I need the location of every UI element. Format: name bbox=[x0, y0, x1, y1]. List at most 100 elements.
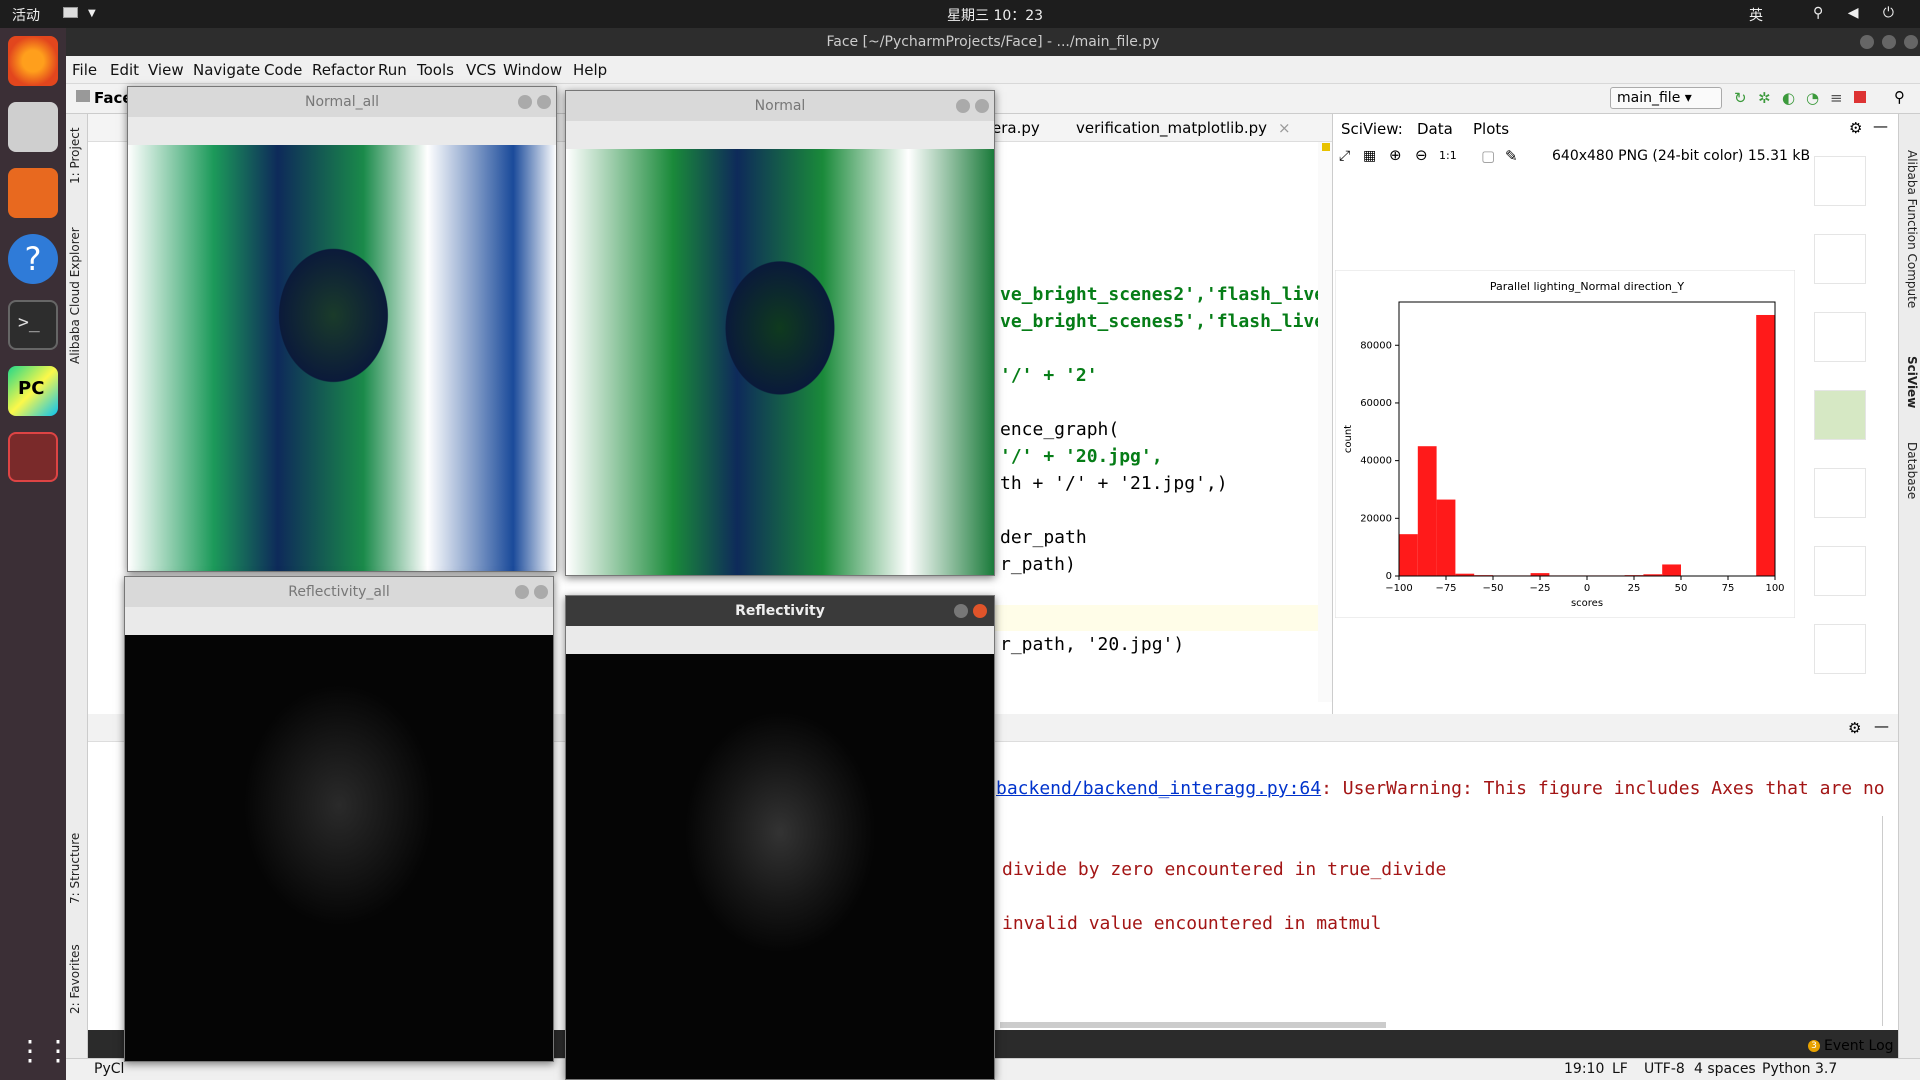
zoom-in-icon[interactable]: ⊕ bbox=[1389, 146, 1402, 164]
cv-window-title[interactable]: Reflectivity_all bbox=[125, 577, 553, 607]
cv-window-title[interactable]: Reflectivity bbox=[566, 596, 994, 626]
normal-all-image bbox=[128, 145, 556, 571]
files-icon[interactable] bbox=[8, 102, 58, 152]
menu-vcs[interactable]: VCS bbox=[466, 61, 496, 79]
menu-view[interactable]: View bbox=[148, 61, 184, 79]
tab-verification[interactable]: verification_matplotlib.py bbox=[1076, 119, 1267, 137]
help-icon[interactable]: ? bbox=[8, 234, 58, 284]
minimize-icon[interactable] bbox=[956, 99, 970, 113]
run-config-select[interactable]: main_file ▾ bbox=[1610, 87, 1722, 109]
cursor-position[interactable]: 19:10 bbox=[1564, 1061, 1604, 1077]
menu-refactor[interactable]: Refactor bbox=[312, 61, 375, 79]
coverage-icon[interactable]: ◐ bbox=[1782, 89, 1795, 107]
plot-thumbnail[interactable] bbox=[1814, 390, 1866, 440]
close-icon[interactable] bbox=[975, 99, 989, 113]
tab-data[interactable]: Data bbox=[1417, 120, 1453, 138]
sciview-tab[interactable]: SciView bbox=[1905, 356, 1919, 408]
cloud-explorer-tab[interactable]: Alibaba Cloud Explorer bbox=[68, 227, 82, 364]
maximize-icon[interactable] bbox=[1882, 35, 1896, 49]
tab-camera[interactable]: era.py bbox=[992, 119, 1040, 137]
sciview-label: SciView: bbox=[1341, 120, 1403, 138]
concurrency-icon[interactable]: ≡ bbox=[1830, 89, 1843, 107]
database-tab[interactable]: Database bbox=[1905, 442, 1919, 499]
indent-setting[interactable]: 4 spaces bbox=[1694, 1061, 1756, 1077]
grid-icon[interactable]: ▦ bbox=[1363, 148, 1376, 164]
activities-button[interactable]: 活动 bbox=[12, 5, 40, 25]
system-tray[interactable]: ⚲ ◀ ⏻ bbox=[1813, 5, 1904, 21]
tab-plots[interactable]: Plots bbox=[1473, 120, 1509, 138]
menu-navigate[interactable]: Navigate bbox=[193, 61, 260, 79]
settings-icon[interactable]: ⚙ bbox=[1849, 119, 1862, 137]
menu-file[interactable]: File bbox=[72, 61, 97, 79]
minimize-icon[interactable] bbox=[518, 95, 532, 109]
minimize-icon[interactable] bbox=[1860, 35, 1874, 49]
event-log-button[interactable]: Event Log bbox=[1824, 1038, 1894, 1054]
plot-thumbnail[interactable] bbox=[1814, 624, 1866, 674]
search-icon[interactable]: ⚲ bbox=[1894, 88, 1905, 106]
hide-icon[interactable]: — bbox=[1873, 117, 1888, 135]
pycharm-icon[interactable]: PC bbox=[8, 366, 58, 416]
run-hide-icon[interactable]: — bbox=[1874, 717, 1889, 735]
structure-tool-tab[interactable]: 7: Structure bbox=[68, 833, 82, 904]
profile-icon[interactable]: ◔ bbox=[1806, 89, 1819, 107]
console-link[interactable]: backend/backend_interagg.py:64 bbox=[996, 778, 1321, 799]
function-compute-tab[interactable]: Alibaba Function Compute bbox=[1905, 150, 1919, 308]
terminal-icon[interactable]: >_ bbox=[8, 300, 58, 350]
menu-tools[interactable]: Tools bbox=[417, 61, 454, 79]
menu-window[interactable]: Window bbox=[503, 61, 562, 79]
clock[interactable]: 星期三 10：23 bbox=[947, 5, 1043, 25]
stop-icon[interactable] bbox=[1854, 91, 1866, 103]
debug-icon[interactable]: ✲ bbox=[1758, 89, 1771, 107]
close-icon[interactable] bbox=[537, 95, 551, 109]
error-stripe[interactable] bbox=[1318, 142, 1332, 702]
software-center-icon[interactable] bbox=[8, 168, 58, 218]
file-encoding[interactable]: UTF-8 bbox=[1644, 1061, 1685, 1077]
y-tick-label: 40000 bbox=[1360, 456, 1392, 467]
cv-window-title[interactable]: Normal_all bbox=[128, 87, 556, 117]
run-settings-icon[interactable]: ⚙ bbox=[1848, 719, 1861, 737]
actual-size-icon[interactable]: 1:1 bbox=[1439, 149, 1457, 162]
zoom-out-icon[interactable]: ⊖ bbox=[1415, 146, 1428, 164]
cv-window-reflectivity[interactable]: Reflectivity bbox=[565, 595, 995, 1080]
app-menu-icon[interactable] bbox=[63, 7, 78, 18]
plot-thumbnail[interactable] bbox=[1814, 156, 1866, 206]
cv-window-reflectivity-all[interactable]: Reflectivity_all bbox=[124, 576, 554, 1062]
python-interpreter[interactable]: Python 3.7 bbox=[1762, 1061, 1837, 1077]
favorites-tool-tab[interactable]: 2: Favorites bbox=[68, 944, 82, 1014]
line-separator[interactable]: LF bbox=[1612, 1061, 1628, 1077]
close-icon[interactable] bbox=[534, 585, 548, 599]
cv-window-normal-all[interactable]: Normal_all bbox=[127, 86, 557, 572]
warning-marker-icon[interactable] bbox=[1322, 143, 1330, 151]
plot-thumbnail[interactable] bbox=[1814, 546, 1866, 596]
close-icon[interactable] bbox=[973, 604, 987, 618]
chevron-down-icon[interactable]: ▼ bbox=[88, 8, 96, 19]
plot-thumbnail[interactable] bbox=[1814, 468, 1866, 518]
close-icon[interactable] bbox=[1904, 35, 1918, 49]
horizontal-scrollbar[interactable] bbox=[1000, 1022, 1386, 1028]
plot-thumbnail[interactable] bbox=[1814, 312, 1866, 362]
no-entry-icon[interactable] bbox=[8, 432, 58, 482]
menu-run[interactable]: Run bbox=[378, 61, 407, 79]
cv-window-title[interactable]: Normal bbox=[566, 91, 994, 121]
app-grid-icon[interactable]: ⋮⋮⋮ bbox=[16, 1034, 100, 1068]
menu-help[interactable]: Help bbox=[573, 61, 607, 79]
firefox-icon[interactable] bbox=[8, 36, 58, 86]
rerun-icon[interactable]: ↻ bbox=[1734, 89, 1747, 107]
reflectivity-all-image bbox=[125, 635, 553, 1061]
right-tool-strip: Alibaba Function Compute SciView Databas… bbox=[1898, 114, 1920, 1058]
project-tool-tab[interactable]: 1: Project bbox=[68, 127, 82, 184]
input-method-indicator[interactable]: 英 bbox=[1749, 5, 1763, 25]
minimize-icon[interactable] bbox=[954, 604, 968, 618]
image-info: 640x480 PNG (24-bit color) 15.31 kB bbox=[1552, 148, 1811, 164]
plot-thumbnail[interactable] bbox=[1814, 234, 1866, 284]
close-tab-icon[interactable]: × bbox=[1278, 119, 1291, 137]
color-picker-icon[interactable]: ✎ bbox=[1505, 147, 1518, 165]
menu-edit[interactable]: Edit bbox=[110, 61, 139, 79]
vertical-scrollbar[interactable] bbox=[1882, 816, 1883, 1026]
menu-code[interactable]: Code bbox=[264, 61, 302, 79]
dock: ? >_ PC ⋮⋮⋮ bbox=[0, 28, 100, 1080]
minimize-icon[interactable] bbox=[515, 585, 529, 599]
fit-icon[interactable]: ⤢ bbox=[1339, 148, 1350, 164]
background-icon[interactable]: ▢ bbox=[1481, 147, 1495, 165]
cv-window-normal[interactable]: Normal bbox=[565, 90, 995, 576]
